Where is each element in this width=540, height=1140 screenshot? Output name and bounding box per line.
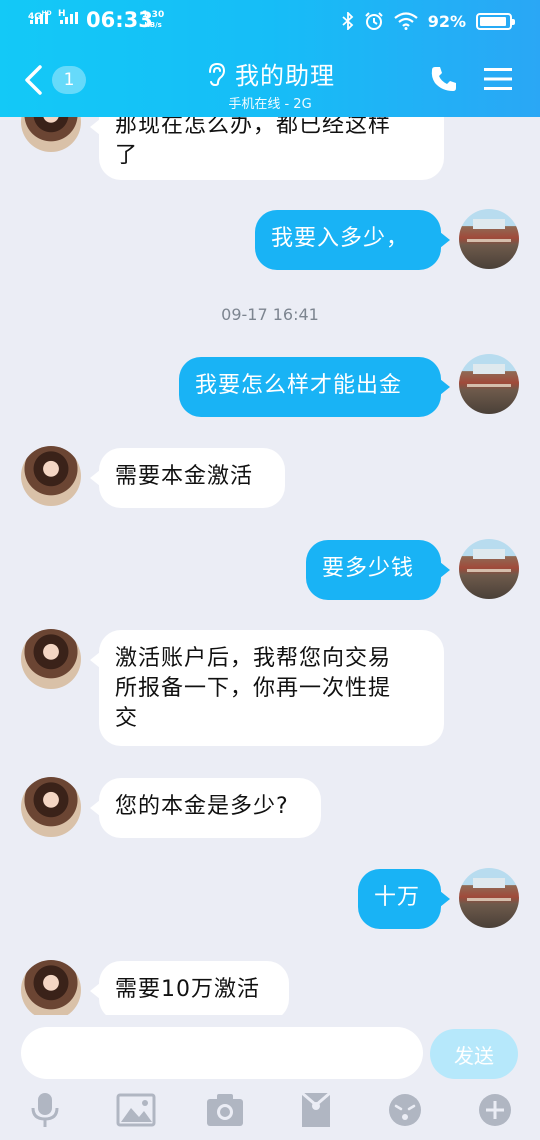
message-text-line: 您的本金是多少? — [115, 794, 289, 819]
message-text-line: 交 — [115, 706, 139, 731]
message-text-line: 那现在怎么办，都已经这样 — [115, 117, 392, 138]
message-bubble[interactable]: 我要怎么样才能出金 — [179, 357, 450, 417]
status-right-group: 92% — [342, 9, 515, 33]
status-bar: 4GHD H 06:33 1.30 KB/s — [0, 0, 540, 42]
microphone-icon[interactable] — [25, 1092, 65, 1128]
ear-icon[interactable] — [205, 61, 227, 87]
my-avatar[interactable] — [459, 354, 519, 414]
image-icon[interactable] — [116, 1092, 156, 1128]
battery-level-fill — [480, 16, 506, 26]
alarm-icon — [364, 12, 383, 30]
contact-avatar[interactable] — [21, 117, 81, 152]
message-bubble[interactable]: 需要10万激活 — [90, 961, 289, 1015]
signal-strength-2-icon — [60, 12, 78, 24]
message-input[interactable] — [21, 1027, 423, 1079]
message-text-line: 我要怎么样才能出金 — [195, 373, 403, 398]
message-text-line: 需要10万激活 — [115, 977, 260, 1002]
my-avatar[interactable] — [459, 209, 519, 269]
message-text-line: 了 — [115, 143, 139, 168]
network-speed-value: 1.30 — [142, 10, 165, 20]
message-bubble[interactable]: 您的本金是多少? — [90, 778, 321, 838]
message-bubble[interactable]: 需要本金激活 — [90, 448, 285, 508]
message-text-line: 我要入多少， — [271, 226, 410, 251]
camera-icon[interactable] — [205, 1092, 245, 1128]
emoji-icon[interactable] — [385, 1092, 425, 1128]
battery-percent: 92% — [427, 11, 466, 31]
plus-icon[interactable] — [475, 1092, 515, 1128]
contact-avatar[interactable] — [21, 629, 81, 689]
message-input-bar: 发送 — [0, 1015, 540, 1095]
chat-message-list[interactable]: 那现在怎么办，都已经这样 了 我要入多少， 09-17 16:41 我要怎么样才… — [0, 117, 540, 1015]
message-bubble[interactable]: 要多少钱 — [306, 540, 450, 600]
message-text-line: 所报备一下，你再一次性提 — [115, 676, 392, 701]
menu-icon[interactable] — [484, 66, 512, 92]
bluetooth-icon — [342, 12, 354, 30]
red-packet-icon[interactable] — [296, 1092, 336, 1128]
message-text-line: 十万 — [374, 885, 421, 910]
my-avatar[interactable] — [459, 539, 519, 599]
my-avatar[interactable] — [459, 868, 519, 928]
message-bubble[interactable]: 激活账户后，我帮您向交易 所报备一下，你再一次性提 交 — [90, 630, 444, 746]
signal-strength-icon — [30, 12, 48, 24]
message-bubble[interactable]: 十万 — [358, 869, 450, 929]
contact-avatar[interactable] — [21, 446, 81, 506]
network-speed-unit: KB/s — [144, 21, 162, 29]
online-status: 手机在线 - 2G — [228, 97, 312, 112]
contact-avatar[interactable] — [21, 960, 81, 1015]
header-bar: 4GHD H 06:33 1.30 KB/s — [0, 0, 540, 117]
message-bubble[interactable]: 那现在怎么办，都已经这样 了 — [90, 117, 444, 180]
network-speed: 1.30 KB/s — [142, 10, 164, 30]
message-bubble[interactable]: 我要入多少， — [255, 210, 450, 270]
message-timestamp: 09-17 16:41 — [221, 305, 319, 324]
chat-title-area: 我的助理 手机在线 - 2G — [0, 56, 540, 112]
chat-title: 我的助理 — [235, 62, 335, 90]
phone-icon[interactable] — [429, 64, 459, 94]
send-button[interactable]: 发送 — [430, 1029, 518, 1079]
contact-avatar[interactable] — [21, 777, 81, 837]
message-text-line: 激活账户后，我帮您向交易 — [115, 646, 392, 671]
message-text-line: 需要本金激活 — [115, 464, 254, 489]
battery-icon — [476, 12, 515, 30]
message-text-line: 要多少钱 — [322, 556, 415, 581]
input-toolbar — [0, 1085, 540, 1140]
wifi-icon — [394, 12, 418, 30]
